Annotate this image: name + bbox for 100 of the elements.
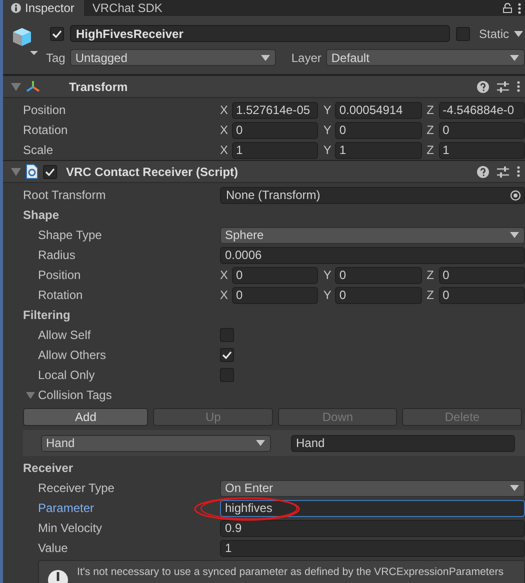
axis-label: Y xyxy=(323,268,332,282)
help-icon[interactable] xyxy=(477,166,489,178)
check-icon xyxy=(222,351,232,359)
more-icon[interactable] xyxy=(518,2,521,14)
axes-icon xyxy=(26,80,40,94)
field-label: Receiver Type xyxy=(38,481,116,495)
field-label: Position xyxy=(38,268,82,282)
axis-label: X xyxy=(220,123,230,137)
number-field[interactable]: 0 xyxy=(232,286,318,304)
caret-icon xyxy=(261,54,270,60)
tag-dropdown[interactable]: Hand xyxy=(41,434,271,452)
cube-icon xyxy=(11,26,39,58)
text-field[interactable]: 1 xyxy=(220,540,525,556)
number-field[interactable]: 0 xyxy=(438,286,525,304)
help-text: It's not necessary to use a synced parameter as defined by the VRCExpressionParameters xyxy=(77,566,504,578)
settings-sliders-icon[interactable] xyxy=(497,80,509,92)
number-field[interactable]: 1 xyxy=(232,142,318,158)
info-icon xyxy=(11,3,21,13)
field-label: Allow Others xyxy=(38,348,108,362)
caret-icon xyxy=(510,232,519,238)
component-title: Transform xyxy=(69,80,128,94)
section-label: Shape xyxy=(23,208,60,222)
foldout-icon[interactable] xyxy=(26,392,35,398)
caret-icon xyxy=(256,440,265,446)
check-icon xyxy=(52,30,62,38)
section-label: Receiver xyxy=(23,461,74,475)
name-field[interactable]: HighFivesReceiver xyxy=(70,25,450,42)
tab[interactable]: VRChat SDK xyxy=(84,0,172,16)
script-file-icon xyxy=(26,164,38,179)
axis-label: X xyxy=(220,288,230,302)
number-field[interactable]: -4.546884e-0 xyxy=(438,102,525,118)
dropdown[interactable]: On Enter xyxy=(220,480,525,496)
number-field[interactable]: 0 xyxy=(335,286,422,304)
check-icon xyxy=(45,168,55,176)
number-field[interactable]: 0 xyxy=(335,266,422,284)
checkbox[interactable] xyxy=(220,348,234,362)
axis-label: Y xyxy=(323,103,332,117)
field-label: Position xyxy=(23,103,67,117)
layer-label: Layer xyxy=(291,50,322,64)
number-field[interactable]: 1 xyxy=(438,142,525,158)
text-field[interactable]: highfives xyxy=(220,500,525,516)
field-label: Root Transform xyxy=(23,188,107,202)
number-field[interactable]: 0 xyxy=(438,122,525,138)
dropdown[interactable]: Sphere xyxy=(220,226,525,244)
field-label: Allow Self xyxy=(38,328,92,342)
help-icon[interactable] xyxy=(477,80,489,92)
field-label: Rotation xyxy=(23,123,69,137)
field-label: Radius xyxy=(38,248,76,262)
text-field[interactable]: 0.9 xyxy=(220,520,525,536)
axis-label: X xyxy=(220,143,230,157)
tab[interactable]: Inspector xyxy=(3,0,84,16)
field-label: Local Only xyxy=(38,368,96,382)
foldout-icon[interactable] xyxy=(11,82,21,90)
static-toggle[interactable]: Static xyxy=(456,26,525,40)
axis-label: Z xyxy=(426,268,435,282)
axis-label: Z xyxy=(426,103,435,117)
field-label: Value xyxy=(38,541,69,555)
enabled-checkbox[interactable] xyxy=(43,164,57,178)
target-icon[interactable] xyxy=(510,190,521,200)
axis-label: X xyxy=(220,103,230,117)
field-label: Scale xyxy=(23,143,54,157)
caret-icon xyxy=(510,54,519,60)
text-field[interactable]: 0.0006 xyxy=(220,246,525,264)
axis-label: Z xyxy=(426,123,435,137)
more-icon[interactable] xyxy=(517,81,520,92)
layer-dropdown[interactable]: Default xyxy=(326,49,525,66)
axis-label: Z xyxy=(426,288,435,302)
number-field[interactable]: 1 xyxy=(335,142,422,158)
list-button[interactable]: Add xyxy=(23,408,148,426)
axis-label: Y xyxy=(323,143,332,157)
field-label: Min Velocity xyxy=(38,521,104,535)
active-checkbox[interactable] xyxy=(50,26,64,40)
text-field[interactable]: Hand xyxy=(291,434,515,452)
number-field[interactable]: 0.00054914 xyxy=(335,102,422,118)
number-field[interactable]: 0 xyxy=(335,122,422,138)
lock-icon[interactable] xyxy=(503,3,512,13)
checkbox[interactable] xyxy=(220,368,234,382)
foldout-icon[interactable] xyxy=(11,168,21,176)
field-label: Parameter xyxy=(38,501,96,515)
number-field[interactable]: 1.527614e-05 xyxy=(232,102,318,118)
component-title: VRC Contact Receiver (Script) xyxy=(66,164,238,178)
section-label: Filtering xyxy=(23,308,70,322)
settings-sliders-icon[interactable] xyxy=(497,166,509,178)
foldout-label[interactable]: Collision Tags xyxy=(38,388,112,402)
component-header[interactable]: VRC Contact Receiver (Script) xyxy=(3,160,525,183)
number-field[interactable]: 0 xyxy=(232,122,318,138)
tag-dropdown[interactable]: Untagged xyxy=(70,49,276,66)
axis-label: X xyxy=(220,268,230,282)
number-field[interactable]: 0 xyxy=(232,266,318,284)
caret-icon xyxy=(510,485,519,491)
field-label: Shape Type xyxy=(38,228,103,242)
axis-label: Y xyxy=(323,123,332,137)
axis-label: Z xyxy=(426,143,435,157)
number-field[interactable]: 0 xyxy=(438,266,525,284)
component-header[interactable]: Transform xyxy=(3,75,525,98)
field-label: Rotation xyxy=(38,288,84,302)
more-icon[interactable] xyxy=(517,166,520,177)
checkbox[interactable] xyxy=(220,328,234,342)
object-field[interactable]: None (Transform) xyxy=(220,186,525,204)
caret-icon xyxy=(514,30,523,36)
